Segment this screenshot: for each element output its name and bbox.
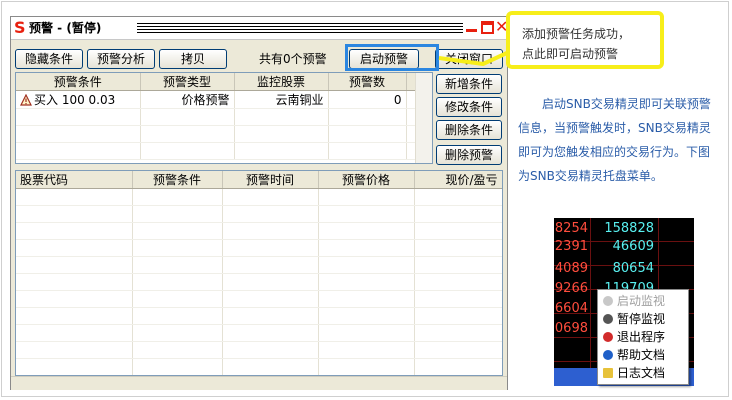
menu-item-exit[interactable]: 退出程序 [598,328,688,346]
table-row [16,307,502,325]
description-text: 启动SNB交易精灵即可关联预警信息，当预警触发时，SNB交易精灵即可为您触发相应… [518,92,718,188]
delete-condition-button[interactable]: 删除条件 [436,120,502,140]
table-row [16,108,417,126]
warning-triangle-icon [20,94,32,106]
table-row [16,188,502,206]
alert-count-text: 共有0个预警 [259,52,327,66]
menu-item-pause-monitor[interactable]: 暂停监视 [598,310,688,328]
callout-line-1: 添加预警任务成功， [522,27,631,41]
menu-item-help[interactable]: 帮助文档 [598,346,688,364]
column-header[interactable]: 现价/盈亏 [414,171,502,189]
menu-item-label: 暂停监视 [617,312,666,326]
table-row [16,341,502,359]
tray-cell: 6604 [554,301,588,316]
tray-row: 2391 46609 [554,236,694,260]
table-row [16,222,502,240]
description-paragraph: 启动SNB交易精灵即可关联预警信息，当预警触发时，SNB交易精灵即可为您触发相应… [518,97,711,183]
conditions-table: 预警条件 预警类型 监控股票 预警数 买入 100 0.03 价格预警 云南铜业… [15,72,433,164]
tray-cell: 9266 [554,281,588,296]
table-row [16,239,502,257]
callout-text: 添加预警任务成功， 点此即可启动预警 [522,24,662,64]
add-condition-button[interactable]: 新增条件 [436,74,502,94]
column-header[interactable]: 预警价格 [318,171,415,189]
log-icon [603,368,613,378]
column-header[interactable]: 预警数 [328,73,407,91]
tray-cell: 2391 [554,239,588,254]
alert-window: S 预警 - (暂停) ✕ 隐藏条件 预警分析 拷贝 共有0个预警 启动预警 关… [10,16,508,390]
help-icon [603,350,613,360]
menu-item-label: 帮助文档 [617,348,666,362]
callout-line-2: 点此即可启动预警 [522,47,619,61]
tray-cell: 46609 [612,239,654,254]
menu-item-label: 日志文档 [617,366,666,380]
tray-context-menu: 启动监视 暂停监视 退出程序 帮助文档 日志文档 [597,289,689,385]
pause-monitor-icon [603,314,613,324]
start-alert-highlight [345,44,439,71]
hide-conditions-button[interactable]: 隐藏条件 [15,49,83,69]
modify-condition-button[interactable]: 修改条件 [436,97,502,117]
column-header[interactable]: 预警时间 [222,171,319,189]
table-row [16,205,502,223]
minimize-icon[interactable] [465,20,478,33]
title-bar[interactable]: S 预警 - (暂停) ✕ [11,17,508,40]
callout-box: 添加预警任务成功， 点此即可启动预警 [506,11,664,69]
column-header[interactable]: 预警类型 [140,73,235,91]
alerts-header-row: 股票代码 预警条件 预警时间 预警价格 现价/盈亏 [16,171,502,189]
alert-analysis-button[interactable]: 预警分析 [87,49,155,69]
table-row [16,358,502,375]
table-row[interactable]: 买入 100 0.03 价格预警 云南铜业 0 [16,90,417,109]
stock-cell: 云南铜业 [234,90,329,109]
table-row [16,256,502,274]
table-row [16,324,502,342]
status-strip [11,376,507,390]
window-title: 预警 - (暂停) [29,21,102,35]
menu-item-start-monitor[interactable]: 启动监视 [598,292,688,310]
table-row [16,290,502,308]
tray-cell: 80654 [612,261,654,276]
alerts-table: 股票代码 预警条件 预警时间 预警价格 现价/盈亏 [15,170,503,376]
menu-item-label: 启动监视 [617,294,666,308]
copy-button[interactable]: 拷贝 [159,49,227,69]
delete-alert-button[interactable]: 删除预警 [436,145,502,165]
exit-icon [603,332,613,342]
tray-cell: 0698 [554,321,588,336]
conditions-header-row: 预警条件 预警类型 监控股票 预警数 [16,73,417,91]
column-header[interactable]: 股票代码 [16,171,133,189]
table-row [16,142,417,160]
menu-item-log[interactable]: 日志文档 [598,364,688,382]
tray-cell: 4089 [554,261,588,276]
table-row [16,125,417,143]
conditions-scrollbar[interactable] [415,73,432,163]
type-cell: 价格预警 [140,90,235,109]
maximize-icon[interactable] [481,21,494,34]
app-logo-icon: S [14,18,26,37]
column-header[interactable]: 预警条件 [132,171,223,189]
title-bar-stripes [137,23,463,33]
table-row [16,273,502,291]
menu-item-label: 退出程序 [617,330,666,344]
start-monitor-icon [603,296,613,306]
condition-cell: 买入 100 0.03 [34,93,116,107]
column-header[interactable]: 预警条件 [16,73,141,91]
count-cell: 0 [328,90,407,109]
column-header[interactable]: 监控股票 [234,73,329,91]
